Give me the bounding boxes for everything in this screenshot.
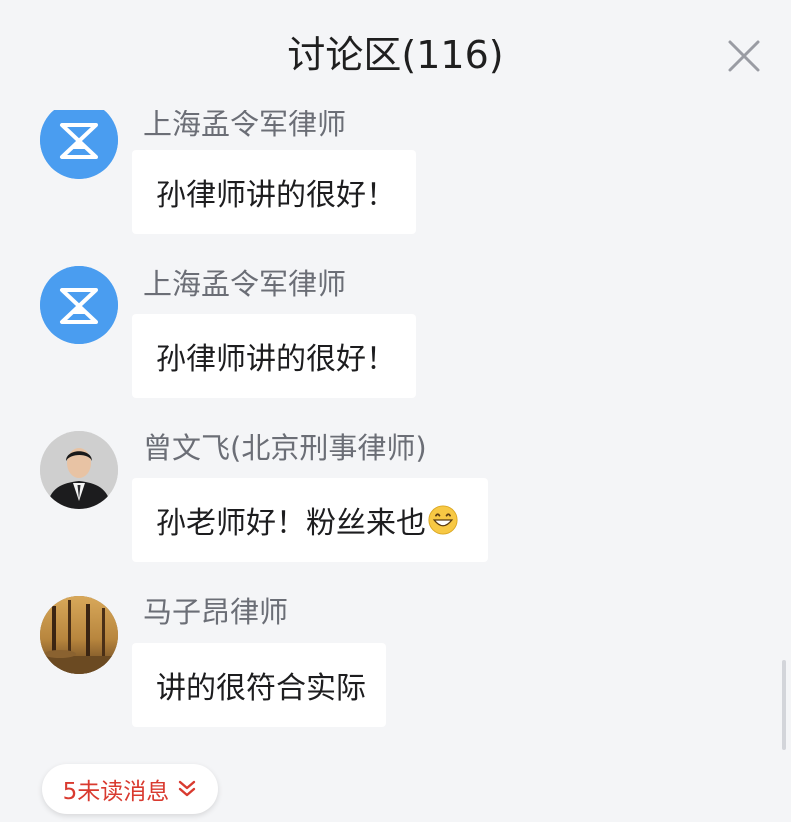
page-title: 讨论区(116) xyxy=(287,33,504,77)
message-bubble[interactable]: 孙律师讲的很好！ xyxy=(132,150,416,234)
autumn-forest-photo-icon xyxy=(40,596,118,674)
close-button[interactable] xyxy=(726,38,762,74)
man-in-suit-photo-icon xyxy=(40,431,118,509)
grinning-face-emoji-icon xyxy=(428,505,458,535)
double-chevron-down-icon xyxy=(179,780,196,797)
message-bubble[interactable]: 孙律师讲的很好！ xyxy=(132,314,416,398)
unread-messages-button[interactable]: 5未读消息 xyxy=(42,764,218,814)
sender-name: 马子昂律师 xyxy=(143,595,289,629)
avatar[interactable] xyxy=(40,101,118,179)
message-list[interactable]: 上海孟令军律师 孙律师讲的很好！ 上海孟令军律师 孙律师讲的很好！ 曾文飞(北京… xyxy=(0,0,791,822)
header: 讨论区(116) xyxy=(0,0,791,110)
scrollbar[interactable] xyxy=(782,660,786,750)
close-icon xyxy=(728,40,760,72)
hourglass-logo-icon xyxy=(40,101,118,179)
avatar[interactable] xyxy=(40,431,118,509)
message-bubble[interactable]: 讲的很符合实际 xyxy=(132,643,386,727)
avatar[interactable] xyxy=(40,596,118,674)
sender-name: 曾文飞(北京刑事律师) xyxy=(143,431,427,465)
message-text: 孙老师好！粉丝来也 xyxy=(156,506,426,541)
avatar[interactable] xyxy=(40,266,118,344)
sender-name: 上海孟令军律师 xyxy=(143,267,347,301)
message-bubble[interactable]: 孙老师好！粉丝来也 xyxy=(132,478,488,562)
unread-label: 5未读消息 xyxy=(62,779,170,805)
sender-name: 上海孟令军律师 xyxy=(143,107,347,141)
hourglass-logo-icon xyxy=(40,266,118,344)
